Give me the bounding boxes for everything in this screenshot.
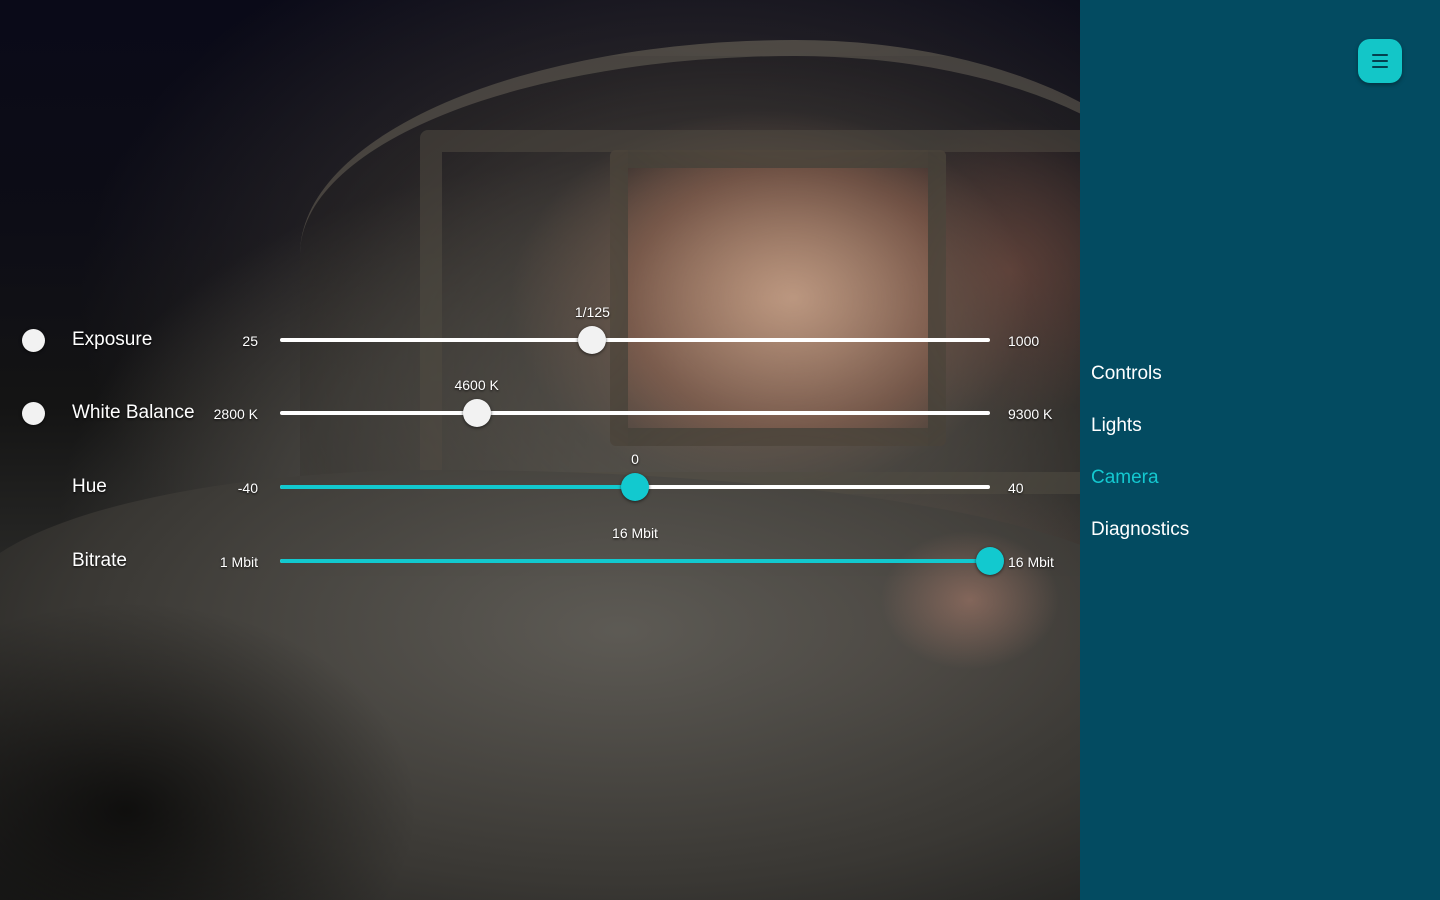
hue-max-label: 40 [1008, 480, 1024, 496]
camera-video-feed [0, 0, 1080, 900]
sidebar-item-diagnostics[interactable]: Diagnostics [1091, 504, 1421, 556]
exposure-max-label: 1000 [1008, 333, 1040, 349]
hue-slider-fill [280, 485, 635, 489]
bitrate-control-row: Bitrate 1 Mbit 16 Mbit 16 Mbit [0, 525, 1080, 581]
hue-slider[interactable]: 0 [280, 451, 990, 501]
bitrate-min-label: 1 Mbit [219, 554, 258, 570]
bitrate-slider[interactable]: 16 Mbit [280, 525, 1004, 575]
white-balance-min-label: 2800 K [213, 406, 258, 422]
app-window: Exposure 25 1/125 1000 White Balance 280… [0, 0, 1440, 900]
white-balance-label: White Balance [72, 402, 195, 423]
white-balance-max-label: 9300 K [1008, 406, 1053, 422]
sidebar-nav: Controls Lights Camera Diagnostics [1091, 348, 1421, 556]
sidebar-item-lights[interactable]: Lights [1091, 400, 1421, 452]
hue-slider-thumb[interactable] [621, 473, 649, 501]
exposure-min-label: 25 [242, 333, 258, 349]
bitrate-slider-thumb[interactable] [976, 547, 1004, 575]
white-balance-value-label: 4600 K [454, 377, 499, 393]
hue-min-label: -40 [237, 480, 258, 496]
hamburger-menu-icon [1372, 54, 1388, 68]
exposure-label: Exposure [72, 329, 153, 350]
exposure-control-row: Exposure 25 1/125 1000 [0, 304, 1080, 360]
bitrate-slider-fill [280, 559, 990, 563]
bitrate-value-label: 16 Mbit [612, 525, 658, 541]
exposure-slider-fill [280, 338, 592, 342]
exposure-slider[interactable]: 1/125 [280, 304, 990, 354]
hue-value-label: 0 [631, 451, 639, 467]
exposure-value-label: 1/125 [574, 304, 610, 320]
sidebar-item-controls[interactable]: Controls [1091, 348, 1421, 400]
white-balance-control-row: White Balance 2800 K 4600 K 9300 K [0, 377, 1080, 433]
white-balance-slider-thumb[interactable] [462, 399, 491, 427]
white-balance-auto-toggle[interactable] [22, 402, 45, 425]
feed-shadow [0, 600, 420, 900]
menu-button[interactable] [1358, 39, 1402, 83]
white-balance-slider[interactable]: 4600 K [280, 377, 990, 427]
hue-control-row: Hue -40 0 40 [0, 451, 1080, 507]
sidebar: Controls Lights Camera Diagnostics [1080, 0, 1440, 900]
bitrate-label: Bitrate [72, 550, 127, 571]
hue-label: Hue [72, 476, 107, 497]
bitrate-max-label: 16 Mbit [1008, 554, 1054, 570]
white-balance-slider-fill [280, 411, 477, 415]
exposure-auto-toggle[interactable] [22, 329, 45, 352]
sidebar-item-camera[interactable]: Camera [1091, 452, 1421, 504]
exposure-slider-thumb[interactable] [578, 326, 607, 354]
